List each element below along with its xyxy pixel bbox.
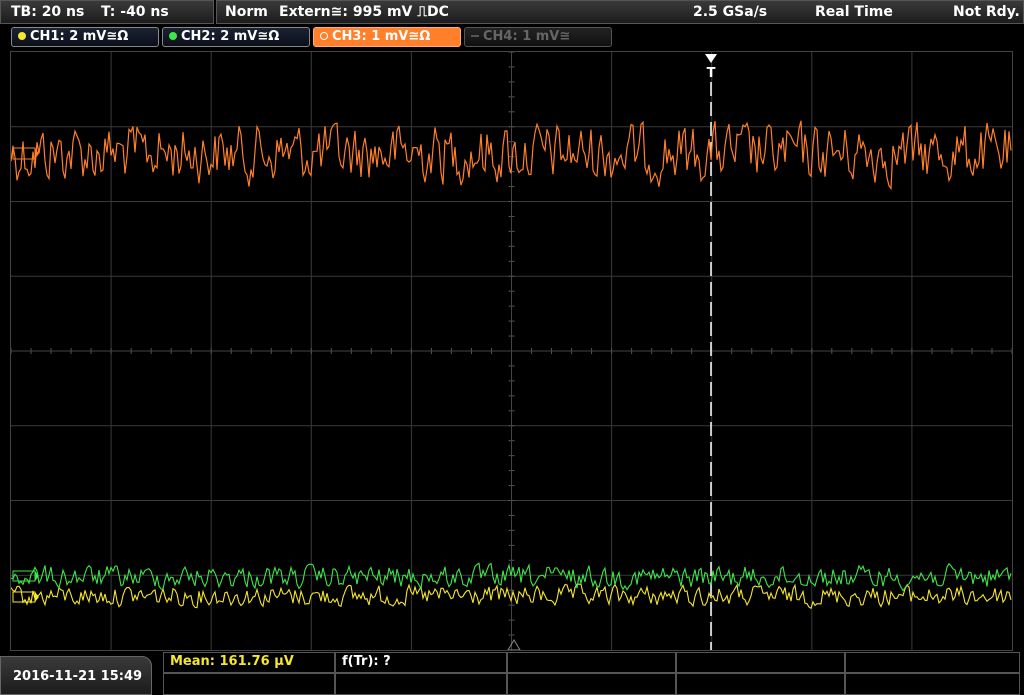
ch1-offset-marker[interactable] xyxy=(12,591,39,603)
channel-tab-ch3[interactable]: CH3: 1 mV≅Ω xyxy=(313,27,461,47)
ch2-label: CH2: 2 mV≅Ω xyxy=(181,29,280,44)
bottom-bar: 2016-11-21 15:49 Mean: 161.76 µV f(Tr): … xyxy=(0,652,1024,695)
trigger-source-readout[interactable]: Extern≅: 995 mV ⎍DC xyxy=(279,4,449,20)
frequency-measurement[interactable]: f(Tr): ? xyxy=(335,652,507,673)
measurement-slot-8[interactable] xyxy=(507,673,676,695)
frequency-value: f(Tr): ? xyxy=(342,654,391,669)
measurement-slot-9[interactable] xyxy=(676,673,845,695)
datetime-readout: 2016-11-21 15:49 xyxy=(13,669,143,684)
mean-measurement[interactable]: Mean: 161.76 µV xyxy=(163,652,335,673)
acquisition-mode-readout[interactable]: Real Time xyxy=(815,4,893,20)
graticule-grid xyxy=(11,52,1012,650)
ch1-label: CH1: 2 mV≅Ω xyxy=(30,29,129,44)
waveform-display[interactable]: T xyxy=(10,51,1013,651)
measurement-slot-5[interactable] xyxy=(845,652,1020,673)
timebase-panel[interactable]: TB: 20 ns T: -40 ns xyxy=(0,0,214,24)
ch2-indicator-icon xyxy=(169,32,177,40)
trigger-position-arrow-icon[interactable] xyxy=(705,54,717,63)
ch1-indicator-icon xyxy=(18,32,26,40)
trigger-mode-readout[interactable]: Norm xyxy=(225,4,268,20)
status-readout: Not Rdy. xyxy=(953,4,1020,20)
measurement-slot-6[interactable] xyxy=(163,673,335,695)
measurement-slot-7[interactable] xyxy=(335,673,507,695)
channel-tab-ch2[interactable]: CH2: 2 mV≅Ω xyxy=(162,27,310,47)
timebase-readout[interactable]: TB: 20 ns xyxy=(11,4,84,20)
ch3-indicator-icon xyxy=(320,32,328,40)
trigger-status-panel[interactable]: Norm Extern≅: 995 mV ⎍DC 2.5 GSa/s Real … xyxy=(216,0,1024,24)
datetime-panel: 2016-11-21 15:49 xyxy=(0,656,152,695)
ch3-offset-marker[interactable] xyxy=(12,147,39,160)
mean-value: Mean: 161.76 µV xyxy=(170,654,294,669)
trigger-marker-label: T xyxy=(707,66,716,81)
measurement-slot-3[interactable] xyxy=(507,652,676,673)
channel-tab-ch1[interactable]: CH1: 2 mV≅Ω xyxy=(11,27,159,47)
measurement-slot-10[interactable] xyxy=(845,673,1020,695)
channel-tab-ch4[interactable]: CH4: 1 mV≅ xyxy=(464,27,612,47)
trigger-time-readout[interactable]: T: -40 ns xyxy=(101,4,169,20)
sample-rate-readout[interactable]: 2.5 GSa/s xyxy=(693,4,767,20)
ch4-label: CH4: 1 mV≅ xyxy=(483,29,571,44)
waveform-graph[interactable]: T xyxy=(11,52,1012,650)
ch4-indicator-icon xyxy=(471,35,479,37)
horizontal-center-marker-icon xyxy=(507,639,521,650)
measurement-slot-4[interactable] xyxy=(676,652,845,673)
ch3-label: CH3: 1 mV≅Ω xyxy=(332,29,431,44)
